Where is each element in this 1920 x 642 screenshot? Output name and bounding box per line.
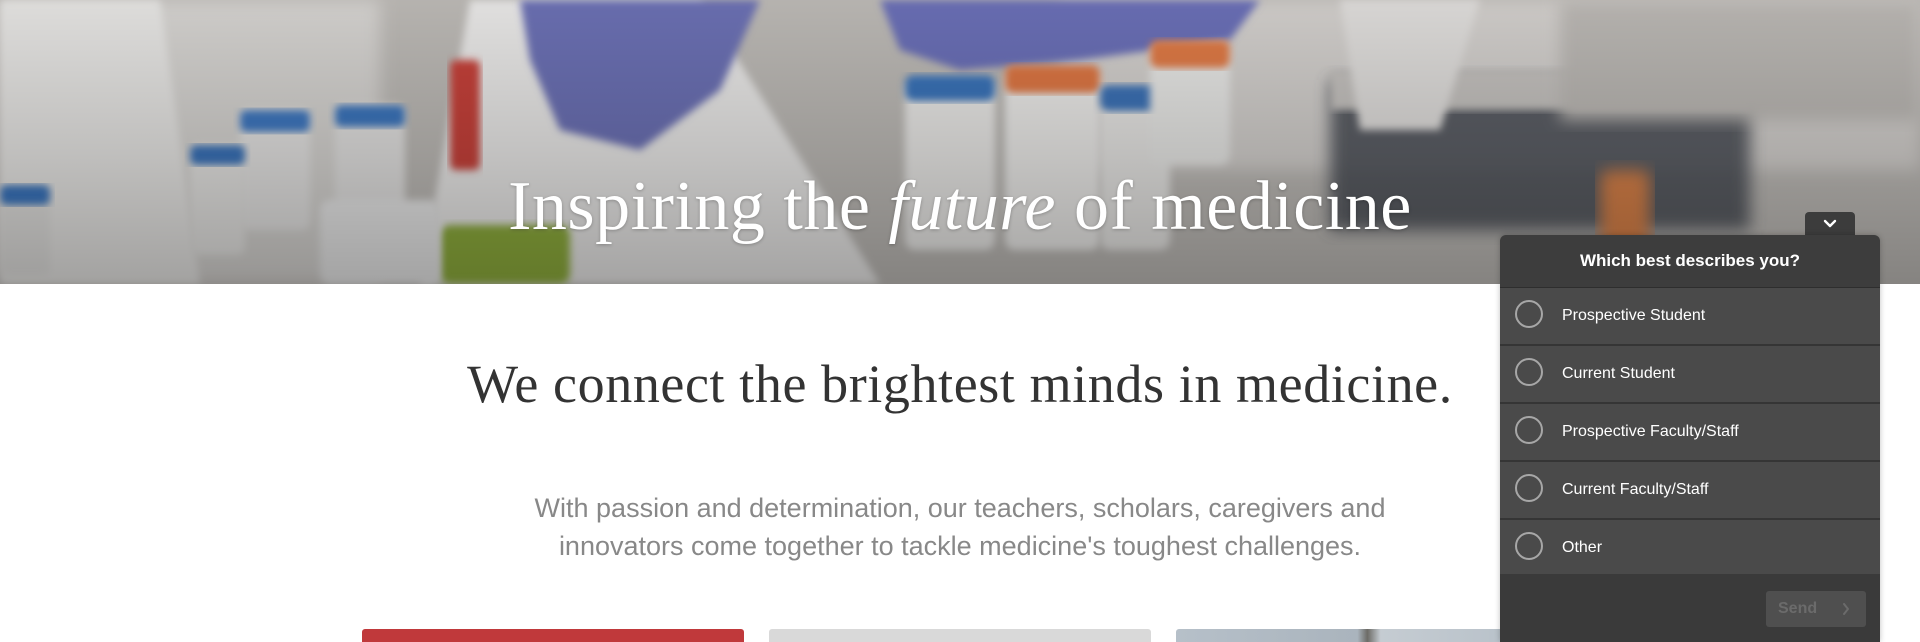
survey-option-current-faculty-staff[interactable]: Current Faculty/Staff xyxy=(1500,462,1880,520)
chevron-right-icon xyxy=(1843,603,1849,615)
survey-options-list: Prospective Student Current Student Pros… xyxy=(1500,287,1880,578)
survey-footer: Send xyxy=(1500,574,1880,642)
radio-icon[interactable] xyxy=(1515,474,1543,502)
survey-collapse-button[interactable] xyxy=(1805,212,1855,236)
feature-card-2[interactable] xyxy=(769,629,1151,642)
send-button-label: Send xyxy=(1778,600,1818,617)
survey-option-other[interactable]: Other xyxy=(1500,520,1880,578)
survey-option-prospective-student[interactable]: Prospective Student xyxy=(1500,288,1880,346)
intro-headline: We connect the brightest minds in medici… xyxy=(467,354,1453,414)
survey-option-label: Prospective Faculty/Staff xyxy=(1562,423,1739,440)
hero-title-end: of medicine xyxy=(1056,168,1412,245)
radio-icon[interactable] xyxy=(1515,532,1543,560)
survey-panel: Which best describes you? Prospective St… xyxy=(1500,235,1880,642)
survey-option-label: Prospective Student xyxy=(1562,307,1706,324)
survey-option-current-student[interactable]: Current Student xyxy=(1500,346,1880,404)
hero-title-start: Inspiring the xyxy=(508,168,889,245)
survey-option-label: Current Student xyxy=(1562,365,1675,382)
feature-card-3[interactable] xyxy=(1176,629,1506,642)
survey-option-label: Current Faculty/Staff xyxy=(1562,481,1709,498)
feature-card-1[interactable] xyxy=(362,629,744,642)
send-button[interactable]: Send xyxy=(1766,591,1866,627)
survey-option-prospective-faculty-staff[interactable]: Prospective Faculty/Staff xyxy=(1500,404,1880,462)
hero-title-emphasis: future xyxy=(888,168,1056,245)
intro-subtext: With passion and determination, our teac… xyxy=(534,493,1386,561)
radio-icon[interactable] xyxy=(1515,358,1543,386)
chevron-down-icon xyxy=(1823,219,1837,228)
radio-icon[interactable] xyxy=(1515,300,1543,328)
survey-option-label: Other xyxy=(1562,539,1603,556)
survey-question: Which best describes you? xyxy=(1579,251,1801,270)
radio-icon[interactable] xyxy=(1515,416,1543,444)
